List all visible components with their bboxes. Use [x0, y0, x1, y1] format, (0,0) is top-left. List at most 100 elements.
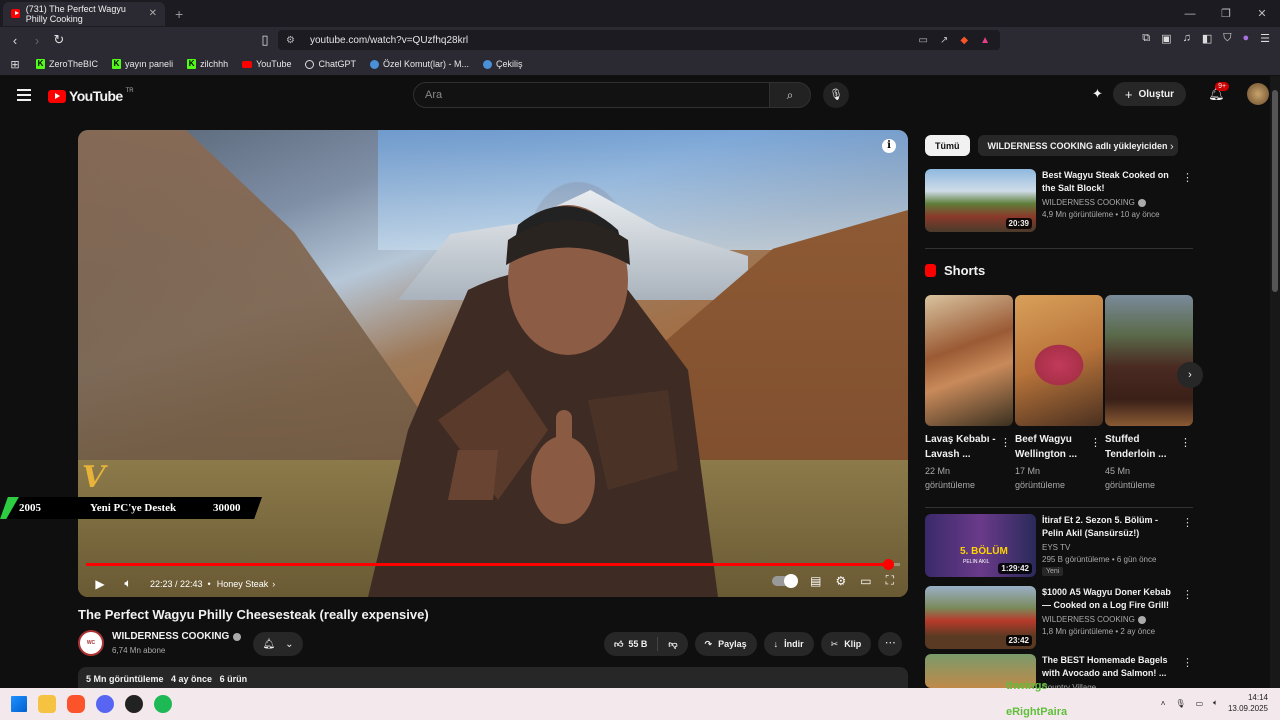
- file-explorer-icon[interactable]: [38, 695, 56, 713]
- site-info-icon[interactable]: ⚙: [286, 35, 300, 46]
- progress-bar[interactable]: [86, 559, 900, 570]
- address-bar[interactable]: ⚙ youtube.com/watch?v=QUzfhq28krl ▭ ↗ ◆ …: [278, 30, 1000, 50]
- minimize-icon[interactable]: —: [1172, 8, 1208, 20]
- menu-icon[interactable]: ☰: [1260, 32, 1270, 45]
- like-button[interactable]: 👍︎ 55 B: [604, 637, 659, 651]
- chevron-right-icon[interactable]: ›: [1170, 141, 1174, 153]
- volume-icon[interactable]: 🔈︎: [114, 576, 142, 591]
- clip-button[interactable]: ✂ Klip: [820, 632, 872, 656]
- chip-all[interactable]: Tümü: [925, 135, 970, 156]
- recommendation-channel[interactable]: EYS TV: [1042, 543, 1182, 552]
- guide-menu-icon[interactable]: [17, 89, 31, 104]
- spotify-icon[interactable]: [154, 695, 172, 713]
- short-thumbnail[interactable]: [925, 295, 1013, 426]
- bookmark-item[interactable]: Çekiliş: [483, 59, 523, 69]
- recommendation-item[interactable]: 5. BÖLÜM PELIN AKIL 1:29:42 İtiraf Et 2.…: [925, 514, 1193, 577]
- extensions-icon[interactable]: ⧉: [1142, 32, 1150, 45]
- search-button[interactable]: ⌕: [769, 82, 811, 108]
- recommendation-channel[interactable]: WILDERNESS COOKING: [1042, 615, 1135, 624]
- brave-rewards-icon[interactable]: ▲: [980, 35, 990, 46]
- short-item[interactable]: Lavaş Kebabı - Lavash ... 22 Mn görüntül…: [925, 295, 1013, 492]
- short-item[interactable]: Beef Wagyu Wellington ... 17 Mn görüntül…: [1015, 295, 1103, 492]
- wallet-icon[interactable]: ▣: [1161, 32, 1171, 45]
- theater-mode-icon[interactable]: ▭: [860, 574, 871, 588]
- brave-icon[interactable]: [67, 695, 85, 713]
- voice-search-button[interactable]: 🎙︎: [823, 82, 849, 108]
- progress-scrubber[interactable]: [882, 559, 894, 570]
- recommendation-title[interactable]: İtiraf Et 2. Sezon 5. Bölüm - Pelin Akil…: [1042, 514, 1182, 540]
- more-vert-icon[interactable]: ⋮: [1000, 436, 1011, 449]
- video-thumbnail[interactable]: 23:42: [925, 586, 1036, 649]
- back-icon[interactable]: ‹: [4, 33, 26, 48]
- channel-avatar[interactable]: WC: [78, 630, 104, 656]
- share-button[interactable]: ↷ Paylaş: [694, 632, 757, 656]
- brave-shield-icon[interactable]: ◆: [960, 35, 968, 46]
- info-icon[interactable]: i: [882, 139, 896, 153]
- url-text[interactable]: youtube.com/watch?v=QUzfhq28krl: [310, 35, 468, 46]
- chevron-right-icon[interactable]: ›: [272, 579, 275, 589]
- short-thumbnail[interactable]: [1105, 295, 1193, 426]
- scrollbar-thumb[interactable]: [1272, 90, 1278, 292]
- video-thumbnail[interactable]: 5. BÖLÜM PELIN AKIL 1:29:42: [925, 514, 1036, 577]
- sidebar-icon[interactable]: ◧: [1202, 32, 1212, 45]
- recommendation-title[interactable]: Best Wagyu Steak Cooked on the Salt Bloc…: [1042, 169, 1182, 195]
- bookmark-item[interactable]: Kzilchhh: [187, 59, 228, 69]
- more-vert-icon[interactable]: ⋮: [1182, 656, 1193, 669]
- bookmark-item[interactable]: Kyayın paneli: [112, 59, 173, 69]
- page-scrollbar[interactable]: [1270, 76, 1280, 688]
- search-input[interactable]: Ara: [413, 82, 770, 108]
- recommendation-item[interactable]: 23:42 $1000 A5 Wagyu Doner Kebab — Cooke…: [925, 586, 1193, 649]
- discord-icon[interactable]: [96, 695, 114, 713]
- youtube-logo[interactable]: YouTube TR: [48, 88, 134, 104]
- apps-grid-icon[interactable]: ⊞: [4, 58, 26, 71]
- short-title[interactable]: Stuffed Tenderloin ...: [1105, 432, 1181, 462]
- subtitles-icon[interactable]: ▤: [810, 574, 821, 588]
- vpn-icon[interactable]: ⛉: [1223, 32, 1231, 45]
- recommendation-channel[interactable]: WILDERNESS COOKING: [1042, 198, 1135, 207]
- obs-icon[interactable]: [125, 695, 143, 713]
- gemini-icon[interactable]: ✦: [1092, 86, 1103, 102]
- subscription-bell-button[interactable]: 🔔︎ ⌄: [253, 632, 303, 656]
- notifications-button[interactable]: 🔔︎ 9+: [1208, 82, 1230, 102]
- recommendation-title[interactable]: The BEST Homemade Bagels with Avocado an…: [1042, 654, 1182, 680]
- bookmark-item[interactable]: ChatGPT: [305, 59, 356, 69]
- more-vert-icon[interactable]: ⋮: [1182, 588, 1193, 601]
- forward-icon[interactable]: ›: [26, 33, 48, 48]
- more-vert-icon[interactable]: ⋮: [1180, 436, 1191, 449]
- more-vert-icon[interactable]: ⋮: [1182, 516, 1193, 529]
- create-button[interactable]: + Oluştur: [1112, 82, 1187, 106]
- share-page-icon[interactable]: ↗: [940, 35, 948, 46]
- video-thumbnail[interactable]: 20:39: [925, 169, 1036, 232]
- fullscreen-icon[interactable]: ⛶: [886, 573, 894, 588]
- short-item[interactable]: Stuffed Tenderloin ... 45 Mn görüntüleme…: [1105, 295, 1193, 492]
- browser-tab[interactable]: (731) The Perfect Wagyu Philly Cooking ✕: [3, 1, 165, 26]
- clock[interactable]: 14:14 13.09.2025: [1228, 692, 1268, 714]
- settings-icon[interactable]: ⚙: [835, 574, 846, 588]
- channel-name-row[interactable]: WILDERNESS COOKING: [112, 631, 242, 642]
- chip-from-uploader[interactable]: WILDERNESS COOKING adlı yükleyiciden: [977, 135, 1178, 156]
- play-icon[interactable]: ▶: [86, 577, 114, 591]
- download-button[interactable]: ↓ İndir: [763, 632, 814, 656]
- mic-icon[interactable]: 🎙︎: [1175, 699, 1185, 708]
- channel-name[interactable]: WILDERNESS COOKING: [112, 631, 229, 642]
- short-title[interactable]: Beef Wagyu Wellington ...: [1015, 432, 1091, 462]
- bookmark-item[interactable]: K ZeroTheBIC: [36, 59, 98, 69]
- chevron-up-icon[interactable]: ˄: [1161, 699, 1166, 708]
- recommendation-item[interactable]: 20:39 Best Wagyu Steak Cooked on the Sal…: [925, 169, 1193, 232]
- reload-icon[interactable]: ↻: [48, 32, 70, 48]
- dislike-button[interactable]: 👎︎: [658, 639, 687, 650]
- start-icon[interactable]: [11, 696, 27, 712]
- short-thumbnail[interactable]: [1015, 295, 1103, 426]
- video-player[interactable]: i ▶ 🔈︎ 22:23 / 22:43 • Honey Steak › ▤ ⚙…: [78, 130, 908, 597]
- cast-icon[interactable]: ▭: [919, 35, 928, 46]
- account-avatar[interactable]: [1246, 83, 1269, 105]
- chapter-title[interactable]: Honey Steak: [217, 579, 269, 589]
- more-actions-button[interactable]: ⋯: [878, 632, 903, 656]
- recommendation-item[interactable]: The BEST Homemade Bagels with Avocado an…: [925, 654, 1193, 692]
- volume-icon[interactable]: 🔈︎: [1213, 698, 1218, 708]
- media-icon[interactable]: ♫: [1183, 32, 1191, 45]
- bookmark-page-icon[interactable]: ▯: [254, 32, 276, 48]
- recommendation-title[interactable]: $1000 A5 Wagyu Doner Kebab — Cooked on a…: [1042, 586, 1182, 612]
- more-vert-icon[interactable]: ⋮: [1182, 171, 1193, 184]
- bookmark-item[interactable]: YouTube: [242, 59, 291, 69]
